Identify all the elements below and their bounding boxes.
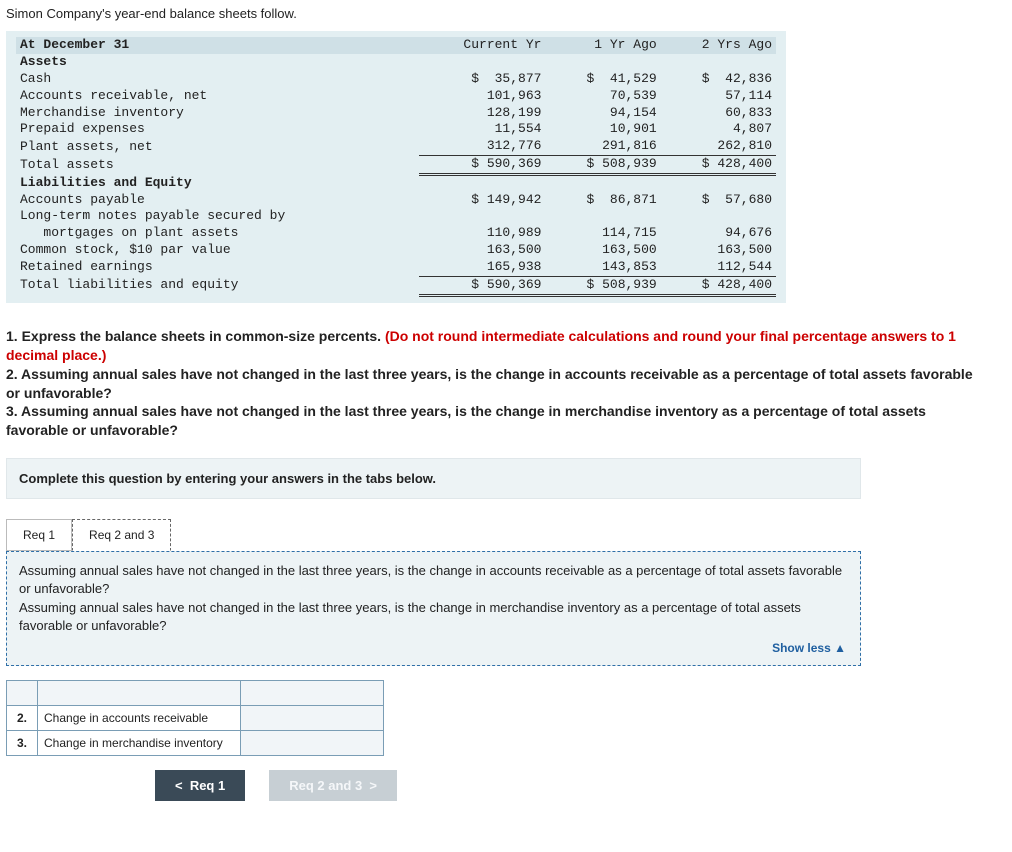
grid-row3-num: 3. xyxy=(7,730,38,755)
row-label: Retained earnings xyxy=(16,259,419,276)
assets-header: Assets xyxy=(16,54,419,71)
row-label: Accounts payable xyxy=(16,192,419,209)
grid-blank-input[interactable] xyxy=(241,680,384,705)
grid-row3-label: Change in merchandise inventory xyxy=(38,730,241,755)
total-assets-label: Total assets xyxy=(16,156,419,175)
chevron-left-icon: < xyxy=(175,778,183,793)
question-block: 1. Express the balance sheets in common-… xyxy=(6,327,986,440)
col-current: Current Yr xyxy=(419,37,546,54)
intro-text: Simon Company's year-end balance sheets … xyxy=(6,6,1006,21)
grid-row3-input[interactable] xyxy=(241,730,384,755)
prev-button[interactable]: < Req 1 xyxy=(155,770,245,801)
grid-row2-input[interactable] xyxy=(241,705,384,730)
row-label: Prepaid expenses xyxy=(16,121,419,138)
row-label: Accounts receivable, net xyxy=(16,88,419,105)
instruction-bar: Complete this question by entering your … xyxy=(6,458,861,499)
col-1yr: 1 Yr Ago xyxy=(545,37,660,54)
row-label: mortgages on plant assets xyxy=(16,225,419,242)
next-button[interactable]: Req 2 and 3 > xyxy=(269,770,397,801)
period-header: At December 31 xyxy=(16,37,419,54)
row-label: Common stock, $10 par value xyxy=(16,242,419,259)
balance-sheet: At December 31 Current Yr 1 Yr Ago 2 Yrs… xyxy=(6,31,786,303)
grid-row2-num: 2. xyxy=(7,705,38,730)
row-label: Plant assets, net xyxy=(16,138,419,155)
row-label: Merchandise inventory xyxy=(16,105,419,122)
chevron-right-icon: > xyxy=(369,778,377,793)
tab-req2and3[interactable]: Req 2 and 3 xyxy=(72,519,171,551)
answer-grid: 2. Change in accounts receivable 3. Chan… xyxy=(6,680,384,756)
liabeq-header: Liabilities and Equity xyxy=(16,175,419,192)
total-liab-label: Total liabilities and equity xyxy=(16,276,419,295)
row-label: Cash xyxy=(16,71,419,88)
row-label: Long-term notes payable secured by xyxy=(16,208,419,225)
show-less-toggle[interactable]: Show less ▲ xyxy=(772,640,846,657)
grid-blank-label[interactable] xyxy=(38,680,241,705)
caret-up-icon: ▲ xyxy=(834,641,846,655)
grid-blank-head[interactable] xyxy=(7,680,38,705)
tab-req1[interactable]: Req 1 xyxy=(6,519,72,551)
tab-content: Assuming annual sales have not changed i… xyxy=(6,551,861,666)
col-2yr: 2 Yrs Ago xyxy=(661,37,776,54)
grid-row2-label: Change in accounts receivable xyxy=(38,705,241,730)
